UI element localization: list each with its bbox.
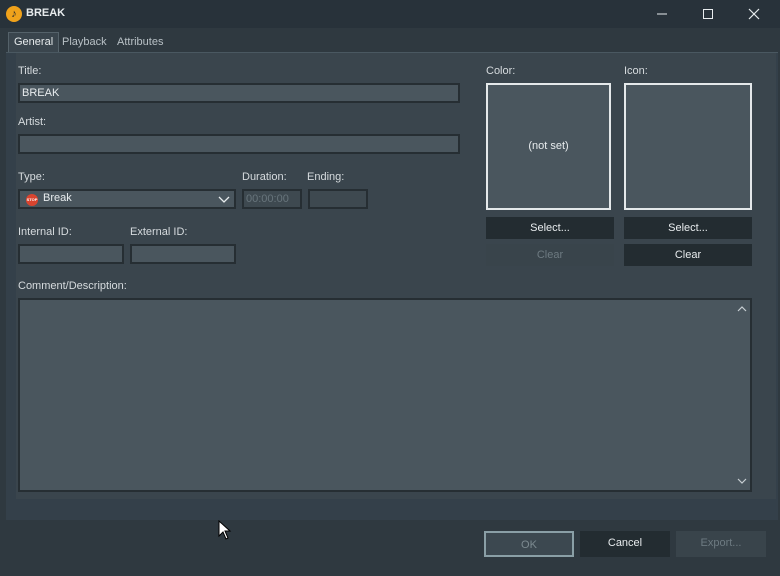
internal-id-label: Internal ID: xyxy=(18,226,72,238)
artist-field[interactable] xyxy=(18,134,460,154)
color-label: Color: xyxy=(486,65,516,77)
color-swatch-text: (not set) xyxy=(528,140,569,152)
icon-select-button[interactable]: Select... xyxy=(624,217,752,239)
duration-field[interactable]: 00:00:00 xyxy=(242,189,302,209)
type-select-value: Break xyxy=(43,192,72,204)
maximize-button[interactable] xyxy=(686,0,730,28)
close-icon xyxy=(748,8,760,20)
external-id-label: External ID: xyxy=(130,226,188,238)
title-field[interactable]: BREAK xyxy=(18,83,460,103)
cancel-button[interactable]: Cancel xyxy=(580,531,670,557)
ending-field[interactable] xyxy=(308,189,368,209)
app-logo-icon: ♪ xyxy=(6,6,22,22)
icon-clear-button[interactable]: Clear xyxy=(624,244,752,266)
tab-general[interactable]: General xyxy=(8,32,60,52)
internal-id-field[interactable] xyxy=(18,244,124,264)
type-label: Type: xyxy=(18,171,45,183)
window-title: BREAK xyxy=(26,7,66,19)
comment-textarea[interactable] xyxy=(18,298,752,492)
color-clear-button[interactable]: Clear xyxy=(486,244,614,266)
tab-playback[interactable]: Playback xyxy=(62,32,107,52)
type-select[interactable]: STOP Break xyxy=(18,189,236,209)
tab-bar: General Playback Attributes xyxy=(6,32,778,52)
stop-icon: STOP xyxy=(26,194,38,206)
chevron-down-icon xyxy=(218,196,230,203)
ok-button[interactable]: OK xyxy=(484,531,574,557)
mouse-cursor-icon xyxy=(218,520,232,540)
scroll-down-icon[interactable] xyxy=(736,476,748,486)
artist-label: Artist: xyxy=(18,116,47,128)
scroll-up-icon[interactable] xyxy=(736,304,748,314)
minimize-icon xyxy=(657,13,667,15)
comment-label: Comment/Description: xyxy=(18,280,127,292)
external-id-field[interactable] xyxy=(130,244,236,264)
title-bar: ♪ BREAK xyxy=(0,0,780,28)
ending-label: Ending: xyxy=(307,171,345,183)
export-button[interactable]: Export... xyxy=(676,531,766,557)
maximize-icon xyxy=(703,9,713,19)
color-swatch[interactable]: (not set) xyxy=(486,83,611,210)
icon-swatch[interactable] xyxy=(624,83,752,210)
title-label: Title: xyxy=(18,65,42,77)
close-button[interactable] xyxy=(732,0,776,28)
color-select-button[interactable]: Select... xyxy=(486,217,614,239)
duration-label: Duration: xyxy=(242,171,287,183)
icon-label: Icon: xyxy=(624,65,648,77)
tab-attributes[interactable]: Attributes xyxy=(117,32,163,52)
minimize-button[interactable] xyxy=(640,0,684,28)
